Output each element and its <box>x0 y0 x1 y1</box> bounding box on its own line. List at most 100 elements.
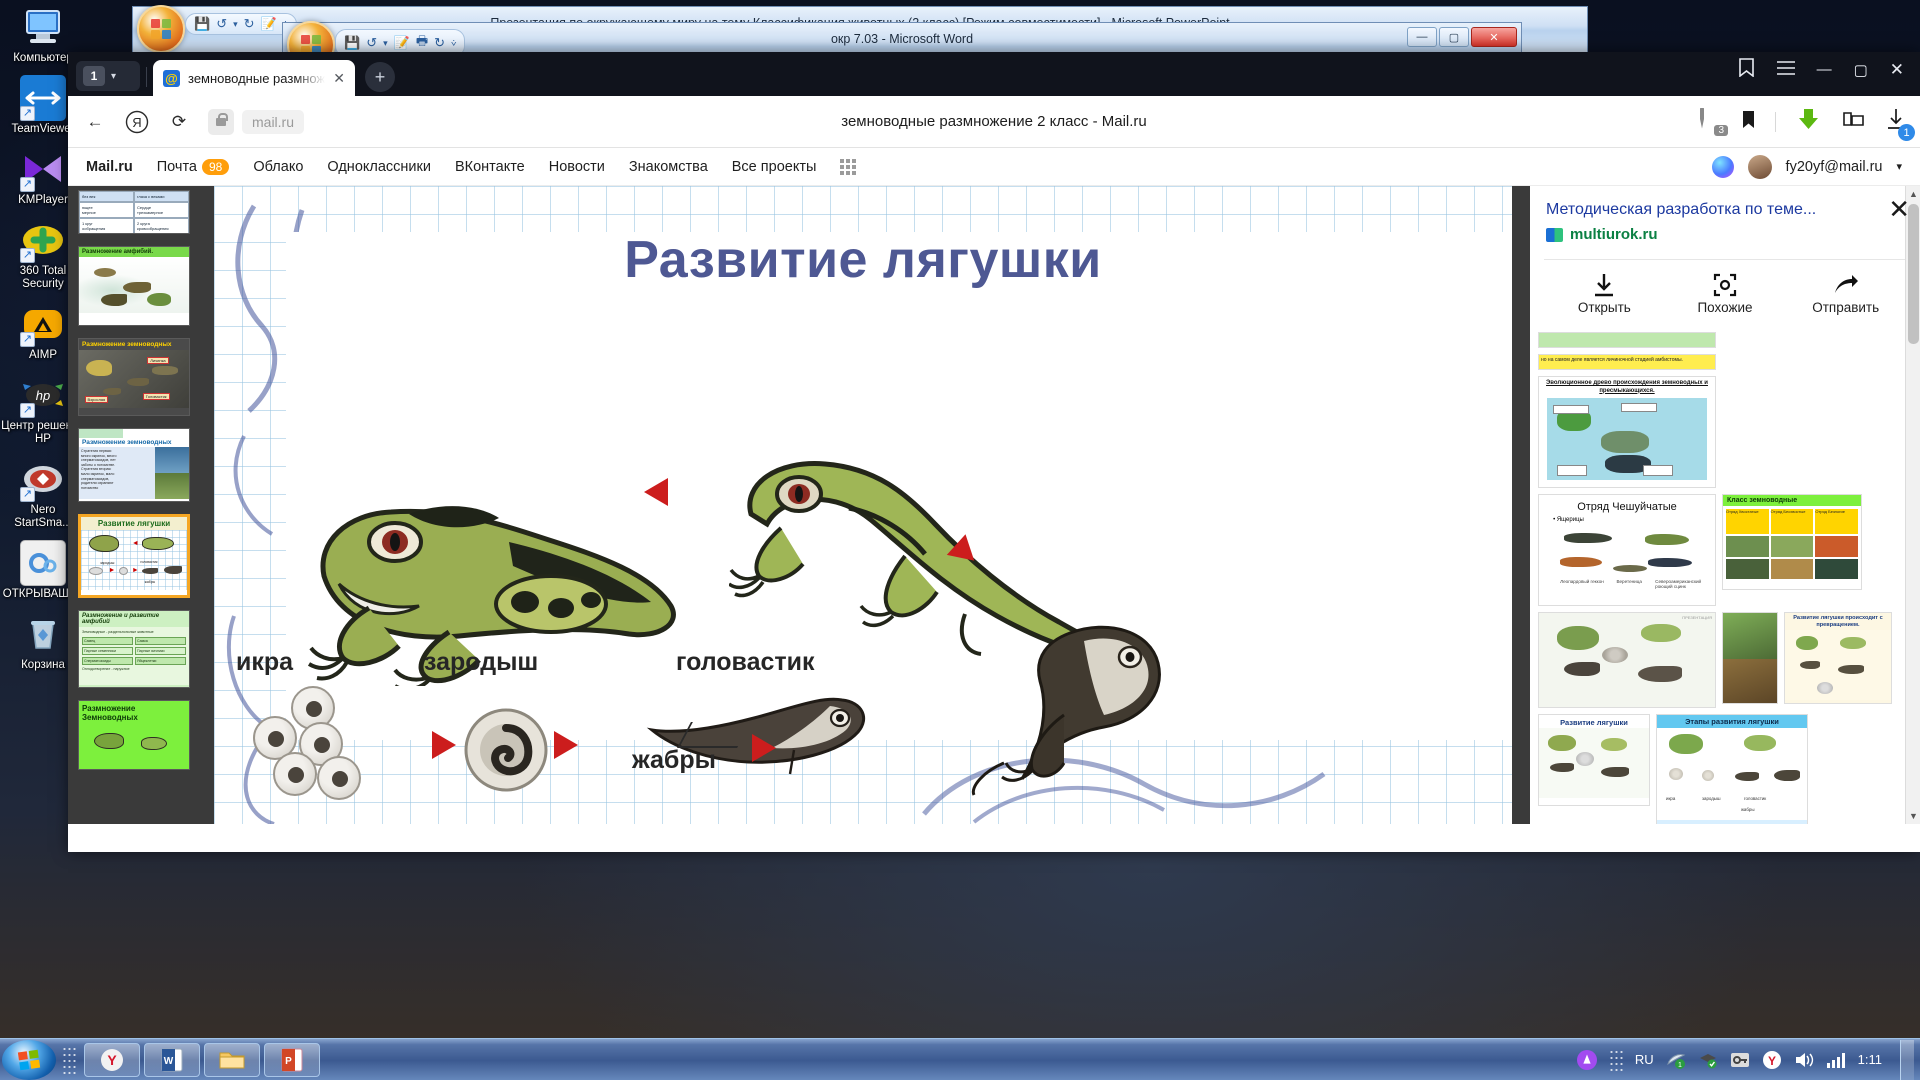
yandex-browser-window[interactable]: 1 ▾ @ земноводные размнож ✕ + — ▢ ✕ ← Я … <box>68 52 1920 852</box>
mailru-brand-link[interactable]: Mail.ru <box>86 159 133 175</box>
filmstrip-item[interactable]: Размножение земноводных Взрослая Головас… <box>78 338 190 416</box>
address-bar[interactable]: mail.ru <box>208 108 305 135</box>
filmstrip-item[interactable]: без век глаза с веками ющее мерное Сердце… <box>78 190 190 234</box>
close-button[interactable]: ✕ <box>1890 60 1904 80</box>
start-button[interactable] <box>2 1039 56 1080</box>
related-image-card[interactable]: Развитие лягушки <box>1538 714 1650 806</box>
tray-grip[interactable] <box>1608 1048 1623 1071</box>
filmstrip-item-selected[interactable]: Развитие лягушки ◄ ► ► зародыш головасти… <box>78 514 190 598</box>
shortcut-overlay-icon: ↗ <box>20 248 35 263</box>
minimize-button[interactable]: — <box>1817 61 1832 78</box>
downloads-button[interactable]: 1 <box>1886 108 1915 141</box>
key-icon[interactable] <box>1730 1050 1750 1070</box>
related-image-card[interactable]: Этапы развития лягушки икра зародыш голо… <box>1656 714 1808 824</box>
close-button[interactable]: ✕ <box>1471 27 1517 47</box>
arrow-right-icon <box>752 734 776 762</box>
nav-item-cloud[interactable]: Облако <box>253 159 303 175</box>
chevron-down-icon[interactable]: ▾ <box>1896 160 1902 173</box>
taskbar-button-microsoft-word[interactable]: W <box>144 1042 200 1077</box>
image-info-panel[interactable]: ✕ Методическая разработка по теме... mul… <box>1530 186 1920 824</box>
related-image-card[interactable]: но на самом деле является личиночной ста… <box>1538 354 1716 370</box>
new-tab-button[interactable]: + <box>364 62 395 92</box>
action-similar[interactable]: Похожие <box>1665 270 1786 315</box>
slide-filmstrip[interactable]: без век глаза с веками ющее мерное Сердце… <box>68 186 196 824</box>
bookmark-icon[interactable] <box>1742 110 1755 134</box>
word-window-buttons[interactable]: — ▢ ✕ <box>1407 27 1517 47</box>
hamburger-menu-icon[interactable] <box>1776 60 1795 79</box>
alice-assistant-icon[interactable] <box>1576 1049 1597 1070</box>
action-share[interactable]: Отправить <box>1785 270 1906 315</box>
filmstrip-item[interactable]: Размножение земноводных Стратегия первая… <box>78 428 190 502</box>
graduation-cap-icon[interactable] <box>1698 1050 1718 1070</box>
taskbar-button-microsoft-powerpoint[interactable]: P <box>264 1042 320 1077</box>
close-icon[interactable]: ✕ <box>1888 194 1910 225</box>
nav-item-odnoklassniki[interactable]: Одноклассники <box>327 159 431 175</box>
related-image-card[interactable]: ПРЕЗЕНТАЦИЯ <box>1538 612 1716 708</box>
tadpole-with-legs-illustration <box>944 611 1244 796</box>
scroll-down-arrow-icon[interactable]: ▼ <box>1906 808 1920 824</box>
nav-item-all-projects[interactable]: Все проекты <box>732 159 817 175</box>
network-icon[interactable]: 1 <box>1666 1050 1686 1070</box>
user-email[interactable]: fy20yf@mail.ru <box>1786 159 1883 175</box>
filmstrip-item[interactable]: Размножение и развитие амфибий Земноводн… <box>78 610 190 688</box>
panel-actions[interactable]: Открыть Похожие Отправить <box>1544 259 1906 327</box>
browser-window-controls[interactable]: — ▢ ✕ <box>1738 58 1916 81</box>
result-title-link[interactable]: Методическая разработка по теме... <box>1546 200 1904 220</box>
related-image-card[interactable] <box>1722 612 1778 704</box>
yandex-icon[interactable]: Y <box>1762 1050 1782 1070</box>
reload-button[interactable]: ⟳ <box>166 109 192 135</box>
profile-icon[interactable] <box>1841 109 1866 134</box>
windows-taskbar[interactable]: Y W P RU 1 Y 1:11 <box>0 1038 1920 1080</box>
slide-canvas: Развитие лягушки икра зародыш головастик… <box>214 186 1512 824</box>
panel-scrollbar[interactable]: ▲ ▼ <box>1905 186 1920 824</box>
nav-item-dating[interactable]: Знакомства <box>629 159 708 175</box>
browser-tab-active[interactable]: @ земноводные размнож ✕ <box>153 60 355 96</box>
language-indicator[interactable]: RU <box>1635 1052 1654 1067</box>
avatar[interactable] <box>1747 154 1772 179</box>
download-icon[interactable] <box>1796 108 1821 135</box>
close-icon[interactable]: ✕ <box>333 70 345 87</box>
image-stage[interactable]: Развитие лягушки икра зародыш головастик… <box>196 186 1530 824</box>
omnibox-right-icons[interactable]: 3 1 <box>1700 107 1915 141</box>
filmstrip-item[interactable]: Размножение амфибий. <box>78 246 190 326</box>
minimize-button[interactable]: — <box>1407 27 1437 47</box>
collections-icon[interactable] <box>1738 58 1755 81</box>
signal-strength-icon[interactable] <box>1826 1050 1846 1070</box>
scrollbar-thumb[interactable] <box>1908 204 1919 344</box>
apps-grid-icon[interactable] <box>840 158 857 175</box>
filmstrip-item[interactable]: Размножение Земноводных <box>78 700 190 770</box>
volume-icon[interactable] <box>1794 1050 1814 1070</box>
mailru-user-area[interactable]: fy20yf@mail.ru ▾ <box>1711 154 1902 179</box>
maximize-button[interactable]: ▢ <box>1439 27 1469 47</box>
tab-group-count: 1 <box>83 66 105 86</box>
show-desktop-button[interactable] <box>1900 1039 1914 1080</box>
related-images-grid[interactable]: но на самом деле является личиночной ста… <box>1530 326 1906 824</box>
address-bar-url[interactable]: mail.ru <box>242 109 305 134</box>
back-button[interactable]: ← <box>82 109 108 135</box>
related-image-card[interactable] <box>1538 332 1716 348</box>
related-image-card[interactable]: Отряд Чешуйчатые • Ящерицы Леопардовый г… <box>1538 494 1716 606</box>
related-image-card[interactable]: Развитие лягушки происходит с превращени… <box>1784 612 1892 704</box>
taskbar-button-windows-explorer[interactable] <box>204 1042 260 1077</box>
shield-icon[interactable]: 3 <box>1700 107 1728 136</box>
clock[interactable]: 1:11 <box>1858 1052 1882 1067</box>
nav-item-vkontakte[interactable]: ВКонтакте <box>455 159 525 175</box>
maximize-button[interactable]: ▢ <box>1854 61 1868 79</box>
taskbar-button-yandex-browser[interactable]: Y <box>84 1042 140 1077</box>
svg-text:W: W <box>164 1056 174 1067</box>
browser-omnibox-row[interactable]: ← Я ⟳ mail.ru земноводные размножение 2 … <box>68 96 1920 148</box>
nav-item-news[interactable]: Новости <box>549 159 605 175</box>
mailru-service-nav[interactable]: Mail.ru Почта 98 Облако Одноклассники ВКо… <box>68 148 1920 186</box>
result-site-link[interactable]: multiurok.ru <box>1546 226 1904 243</box>
browser-tabstrip[interactable]: 1 ▾ @ земноводные размнож ✕ + — ▢ ✕ <box>68 52 1920 96</box>
action-open[interactable]: Открыть <box>1544 270 1665 315</box>
alice-assistant-icon[interactable] <box>1711 155 1734 178</box>
nav-item-mail[interactable]: Почта 98 <box>157 158 230 175</box>
related-image-card[interactable]: Эволюционное древо происхождения земново… <box>1538 376 1716 488</box>
taskbar-grip[interactable] <box>62 1045 78 1074</box>
chevron-down-icon[interactable]: ▾ <box>111 71 116 82</box>
system-tray[interactable]: RU 1 Y 1:11 <box>1576 1039 1920 1080</box>
yandex-logo-icon[interactable]: Я <box>124 109 150 135</box>
tab-group-selector[interactable]: 1 ▾ <box>76 61 140 91</box>
related-image-card[interactable]: Класс земноводные Отряд Хвостатые Отряд … <box>1722 494 1862 590</box>
